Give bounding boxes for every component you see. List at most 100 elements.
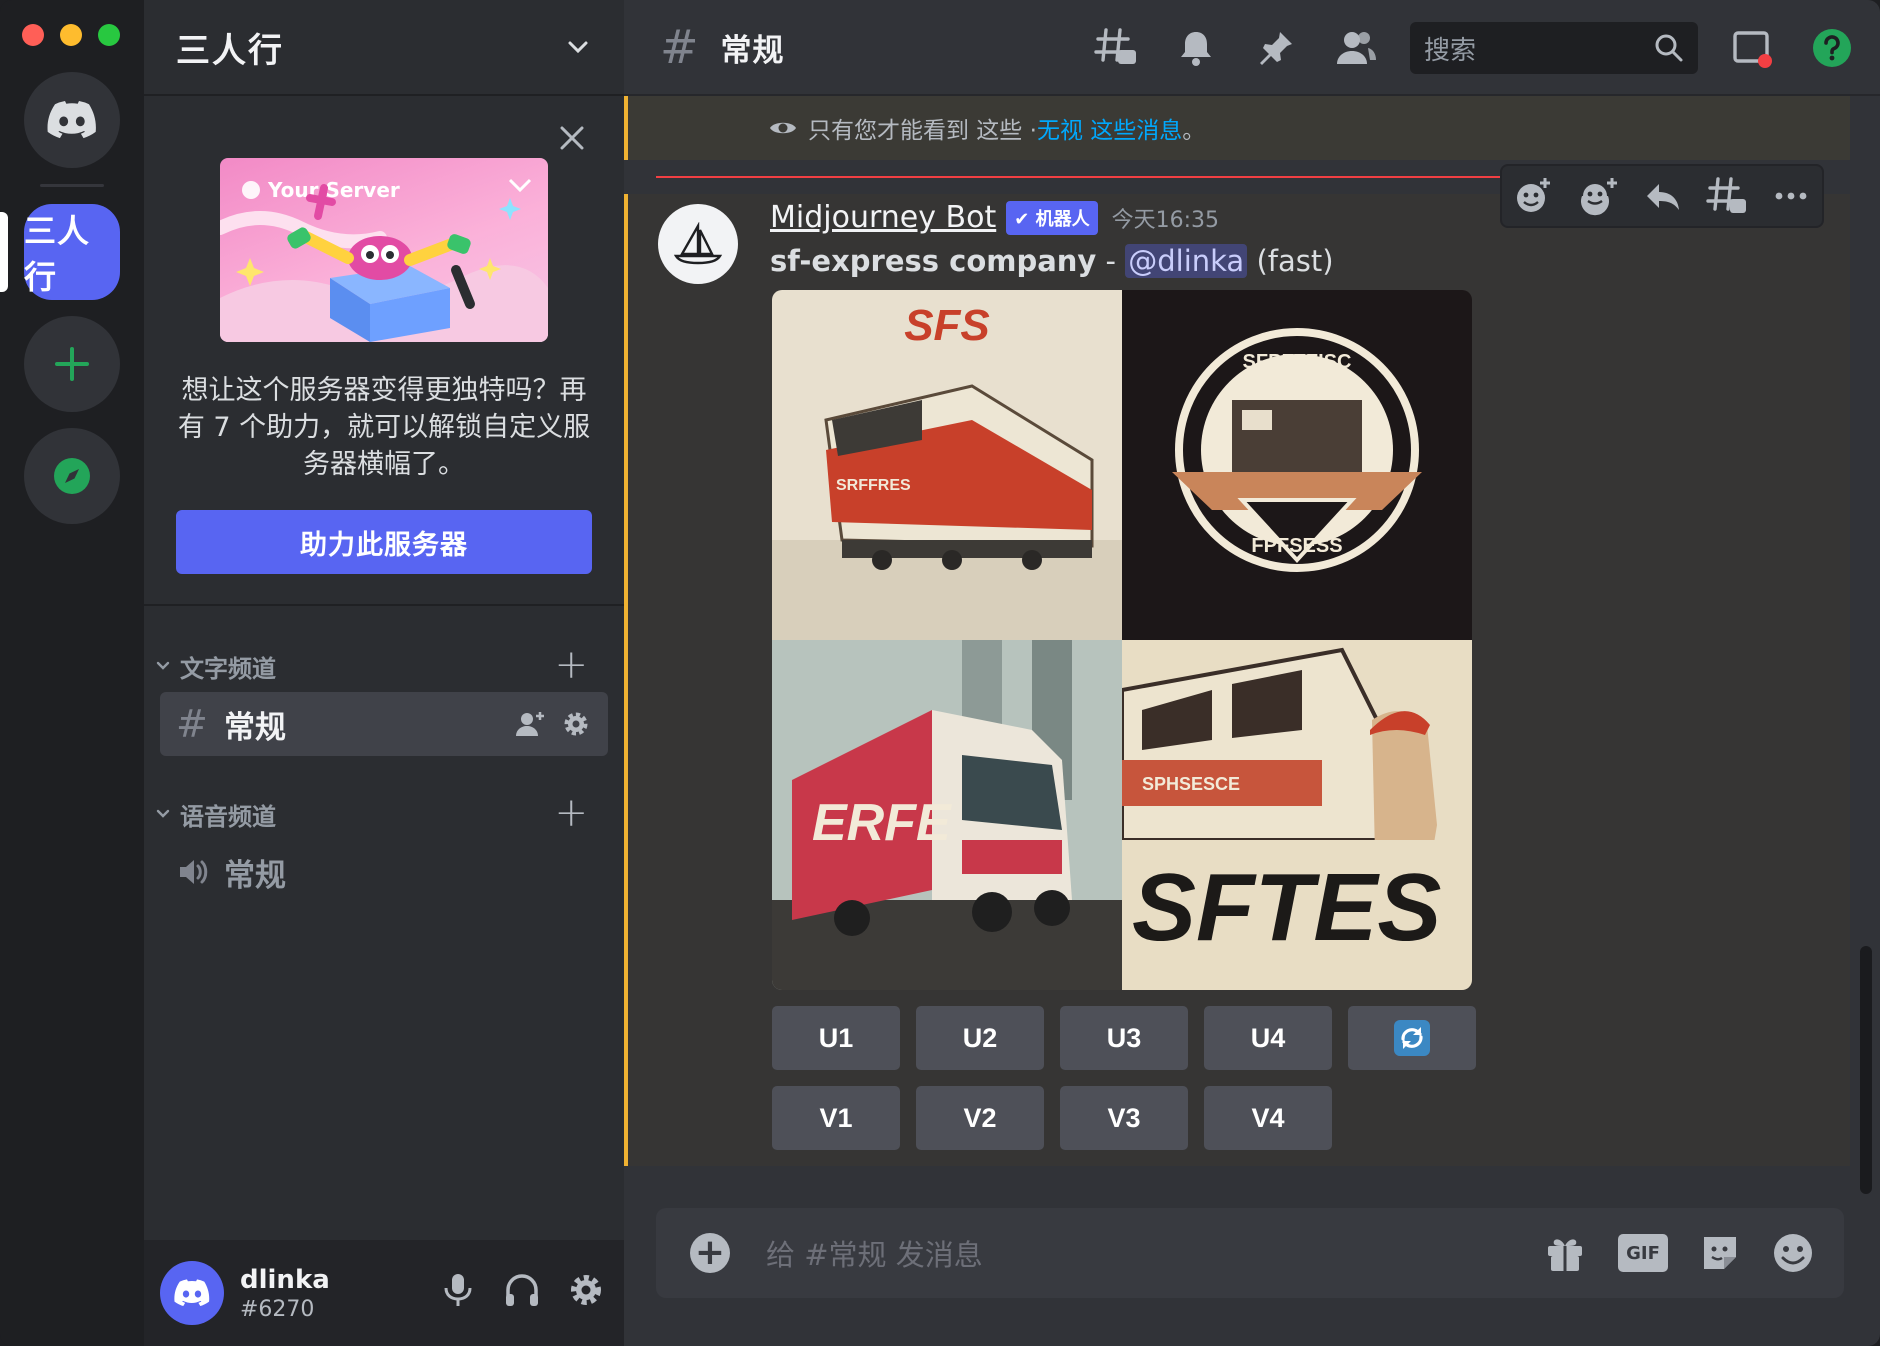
boost-description: 想让这个服务器变得更独特吗？再有 7 个助力，就可以解锁自定义服务器横幅了。 [177,375,591,480]
server-banner-preview: Your Server [220,158,548,342]
gift-icon[interactable] [1544,1232,1586,1274]
inbox-button[interactable] [1726,22,1778,74]
rail-divider [40,184,104,187]
search-input[interactable]: 搜索 [1410,22,1698,74]
server-header[interactable]: 三人行 [144,0,624,96]
category-voice-channels[interactable]: 语音频道 + [152,793,608,834]
gear-icon[interactable] [560,708,592,740]
avatar[interactable] [658,204,738,284]
super-reaction-icon[interactable] [1576,176,1620,216]
svg-text:FPFSESS: FPFSESS [1251,535,1342,557]
add-server-button[interactable] [24,316,120,412]
chevron-down-icon [156,809,170,818]
user-mention[interactable]: @dlinka [1125,244,1248,278]
bot-badge: ✔ 机器人 [1006,200,1098,235]
hashtag-icon: # [660,20,699,74]
notifications-button[interactable] [1170,22,1222,74]
generation-mode: (fast) [1256,244,1334,278]
discord-logo-icon [174,1279,210,1307]
create-thread-icon[interactable] [1706,175,1748,217]
sticker-icon[interactable] [1700,1233,1740,1273]
headphones-icon[interactable] [502,1270,542,1310]
image-grid[interactable]: SFS SRFFRES SFPFFFISC FPFSESS ERFE SPHSE… [772,290,1472,990]
zoom-window-button[interactable] [98,24,120,46]
channel-sidebar: 三人行 Your Server 想让这个服务器变得更独特吗？再有 7 个助力，就… [144,0,624,1346]
header-toolbar: 搜索 [1062,22,1858,74]
message-header: Midjourney Bot ✔ 机器人 今天16:35 [770,200,1219,235]
composer-actions: GIF [1544,1232,1814,1274]
ephemeral-notice: 只有您才能看到 这些 · 无视 这些消息 。 [624,96,1850,160]
pinned-messages-button[interactable] [1250,22,1302,74]
user-panel: dlinka #6270 [144,1240,624,1346]
upscale-button-3[interactable]: U3 [1060,1006,1188,1070]
message-input[interactable]: 给 #常规 发消息 [766,1232,1544,1274]
reroll-button[interactable] [1348,1006,1476,1070]
upscale-button-1[interactable]: U1 [772,1006,900,1070]
close-window-button[interactable] [22,24,44,46]
voice-channel-item-general[interactable]: 常规 [160,840,608,904]
server-icon-sanrenxing[interactable]: 三人行 [24,204,120,300]
image-4-logo: SFTES [1132,854,1441,961]
generated-image-3[interactable]: ERFE [772,640,1122,990]
home-button[interactable] [24,72,120,168]
generated-image-1[interactable]: SFS SRFFRES [772,290,1122,640]
channel-label: 常规 [224,857,286,894]
upload-attachment-button[interactable]: + [690,1233,730,1273]
eye-icon [770,122,796,134]
gif-button[interactable]: GIF [1618,1234,1668,1272]
channel-item-general[interactable]: # 常规 [160,692,608,756]
variation-button-2[interactable]: V2 [916,1086,1044,1150]
channel-title: 常规 [720,32,785,69]
chevron-down-icon [156,661,170,670]
add-reaction-icon[interactable] [1513,176,1553,216]
image-3-logo: ERFE [812,794,952,852]
gear-icon[interactable] [566,1270,606,1310]
variation-button-3[interactable]: V3 [1060,1086,1188,1150]
image-2-logo: SFPFFFISC [1243,351,1352,373]
plus-icon [55,347,89,381]
server-name: 三人行 [176,30,284,71]
variation-button-1[interactable]: V1 [772,1086,900,1150]
threads-button[interactable] [1090,22,1142,74]
search-placeholder: 搜索 [1424,35,1477,66]
username: dlinka [240,1264,330,1295]
ephemeral-suffix: 。 [1182,118,1206,144]
selected-server-indicator [0,212,8,292]
more-options-icon[interactable] [1771,176,1811,216]
reply-icon[interactable] [1643,176,1683,216]
member-list-button[interactable] [1330,22,1382,74]
help-button[interactable] [1806,22,1858,74]
upscale-button-2[interactable]: U2 [916,1006,1044,1070]
banner-illustration [220,178,548,342]
message-midjourney: Midjourney Bot ✔ 机器人 今天16:35 sf-express … [624,194,1850,1166]
category-text-channels[interactable]: 文字频道 + [152,645,608,686]
help-icon [1813,29,1851,67]
invite-member-icon[interactable] [514,708,546,740]
bell-icon [1181,32,1211,66]
variation-button-4[interactable]: V4 [1204,1086,1332,1150]
pin-icon [1260,32,1292,65]
generated-image-2[interactable]: SFPFFFISC FPFSESS [1122,290,1472,640]
image-1-logo: SFS [904,301,990,350]
user-info[interactable]: dlinka #6270 [240,1265,330,1322]
microphone-icon[interactable] [438,1270,478,1310]
chat-scrollbar[interactable] [1860,946,1872,1194]
emoji-icon[interactable] [1772,1232,1814,1274]
generated-image-4[interactable]: SPHSESCE SFTES [1122,640,1472,990]
close-icon[interactable] [552,118,592,158]
chevron-down-icon [568,41,588,54]
svg-text:SPHSESCE: SPHSESCE [1142,774,1240,794]
avatar[interactable] [160,1261,224,1325]
minimize-window-button[interactable] [60,24,82,46]
compass-icon [54,458,90,494]
channel-actions [514,708,592,740]
create-channel-icon[interactable]: + [554,793,588,833]
create-channel-icon[interactable]: + [554,645,588,685]
search-icon [1655,34,1683,62]
dismiss-messages-link[interactable]: 无视 这些消息 [1037,111,1182,145]
boost-server-button[interactable]: 助力此服务器 [176,510,592,574]
window-controls [22,24,120,46]
upscale-button-4[interactable]: U4 [1204,1006,1332,1070]
author-name[interactable]: Midjourney Bot [770,200,996,235]
explore-servers-button[interactable] [24,428,120,524]
